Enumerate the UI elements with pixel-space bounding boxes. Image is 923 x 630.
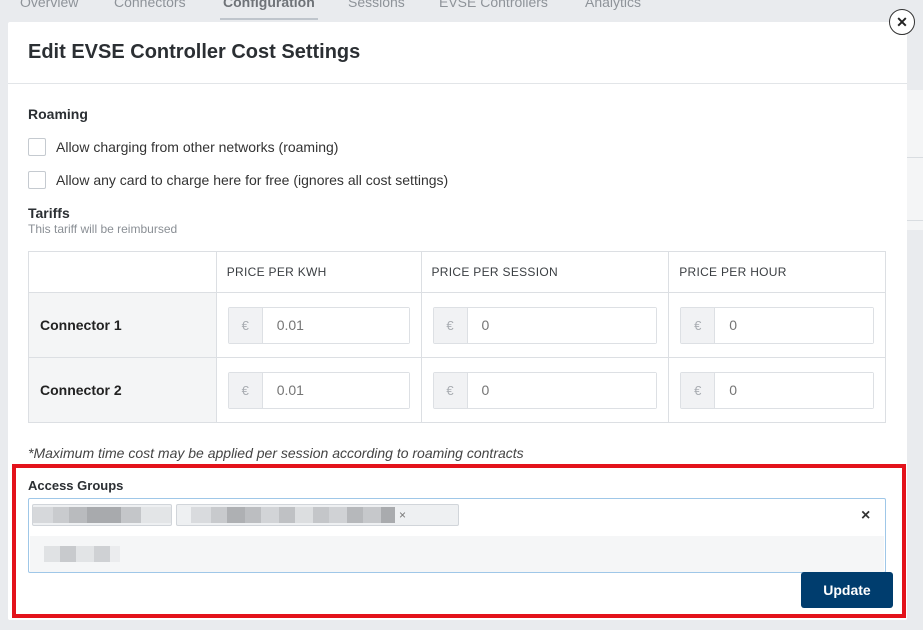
remove-chip-icon[interactable]: ×: [399, 508, 406, 522]
background-panel: [907, 90, 923, 230]
redacted-text: [191, 507, 395, 523]
table-row: Connector 2 € € €: [28, 357, 886, 423]
close-icon[interactable]: ✕: [889, 9, 915, 35]
column-header-price-per-kwh: PRICE PER KWH: [215, 251, 422, 293]
cell-connector-1-hour: €: [668, 292, 886, 358]
tab-sessions[interactable]: Sessions: [348, 0, 405, 10]
redacted-text: [44, 546, 120, 562]
access-groups-label: Access Groups: [28, 478, 124, 493]
cell-connector-1-session: €: [420, 292, 670, 358]
euro-currency-addon: €: [433, 307, 468, 343]
background-divider: [907, 220, 923, 221]
roaming-title: Roaming: [28, 106, 88, 122]
roaming-option-free-charging[interactable]: Allow any card to charge here for free (…: [28, 171, 448, 189]
euro-currency-addon: €: [228, 372, 263, 408]
access-group-chip[interactable]: [32, 504, 172, 526]
price-input-group: €: [227, 306, 410, 344]
tariff-corner-cell: [28, 251, 217, 293]
tariff-table: PRICE PER KWH PRICE PER SESSION PRICE PE…: [28, 251, 886, 423]
price-input-group: €: [432, 306, 658, 344]
row-label-connector-1: Connector 1: [28, 292, 217, 358]
connector-1-price-per-hour-input[interactable]: [715, 307, 873, 343]
edit-cost-settings-modal: Edit EVSE Controller Cost Settings Roami…: [8, 22, 907, 620]
column-header-price-per-session: PRICE PER SESSION: [420, 251, 670, 293]
price-input-group: €: [432, 371, 658, 409]
euro-currency-addon: €: [681, 307, 716, 343]
access-group-chip[interactable]: ×: [176, 504, 459, 526]
tab-configuration[interactable]: Configuration: [223, 0, 315, 10]
cell-connector-2-hour: €: [668, 357, 886, 423]
update-button[interactable]: Update: [801, 572, 893, 608]
connector-1-price-per-kwh-input[interactable]: [262, 307, 409, 343]
roaming-option-allow-roaming[interactable]: Allow charging from other networks (roam…: [28, 138, 338, 156]
price-input-group: €: [680, 371, 874, 409]
redacted-text: [33, 507, 171, 523]
background-divider: [907, 157, 923, 158]
access-groups-multiselect[interactable]: × ×: [28, 498, 886, 573]
cell-connector-2-kwh: €: [215, 357, 422, 423]
euro-currency-addon: €: [433, 372, 468, 408]
tariffs-title: Tariffs: [28, 205, 70, 221]
modal-header: Edit EVSE Controller Cost Settings: [8, 22, 907, 84]
modal-title: Edit EVSE Controller Cost Settings: [28, 41, 361, 63]
background-tab-bar: Overview Connectors Configuration Sessio…: [0, 0, 923, 22]
euro-currency-addon: €: [681, 372, 716, 408]
connector-1-price-per-session-input[interactable]: [467, 307, 657, 343]
roaming-cost-note: *Maximum time cost may be applied per se…: [28, 445, 524, 461]
tab-connectors[interactable]: Connectors: [114, 0, 186, 10]
price-input-group: €: [680, 306, 874, 344]
cell-connector-2-session: €: [420, 357, 670, 423]
tab-analytics[interactable]: Analytics: [585, 0, 641, 10]
euro-currency-addon: €: [228, 307, 263, 343]
active-tab-indicator: [220, 18, 318, 20]
price-input-group: €: [227, 371, 410, 409]
tariff-header-row: PRICE PER KWH PRICE PER SESSION PRICE PE…: [28, 251, 886, 293]
row-label-connector-2: Connector 2: [28, 357, 217, 423]
allow-roaming-checkbox[interactable]: [28, 138, 46, 156]
connector-2-price-per-session-input[interactable]: [467, 372, 657, 408]
dropdown-option[interactable]: [30, 536, 884, 572]
tab-evse-controllers[interactable]: EVSE Controllers: [439, 0, 548, 10]
free-charging-checkbox[interactable]: [28, 171, 46, 189]
cell-connector-1-kwh: €: [215, 292, 422, 358]
connector-2-price-per-kwh-input[interactable]: [262, 372, 409, 408]
connector-2-price-per-hour-input[interactable]: [715, 372, 873, 408]
allow-roaming-label: Allow charging from other networks (roam…: [56, 139, 339, 155]
column-header-price-per-hour: PRICE PER HOUR: [668, 251, 886, 293]
clear-selection-icon[interactable]: ×: [861, 507, 870, 525]
table-row: Connector 1 € € €: [28, 292, 886, 358]
tariffs-subtitle: This tariff will be reimbursed: [28, 222, 178, 236]
tab-overview[interactable]: Overview: [20, 0, 78, 10]
free-charging-label: Allow any card to charge here for free (…: [56, 172, 449, 188]
